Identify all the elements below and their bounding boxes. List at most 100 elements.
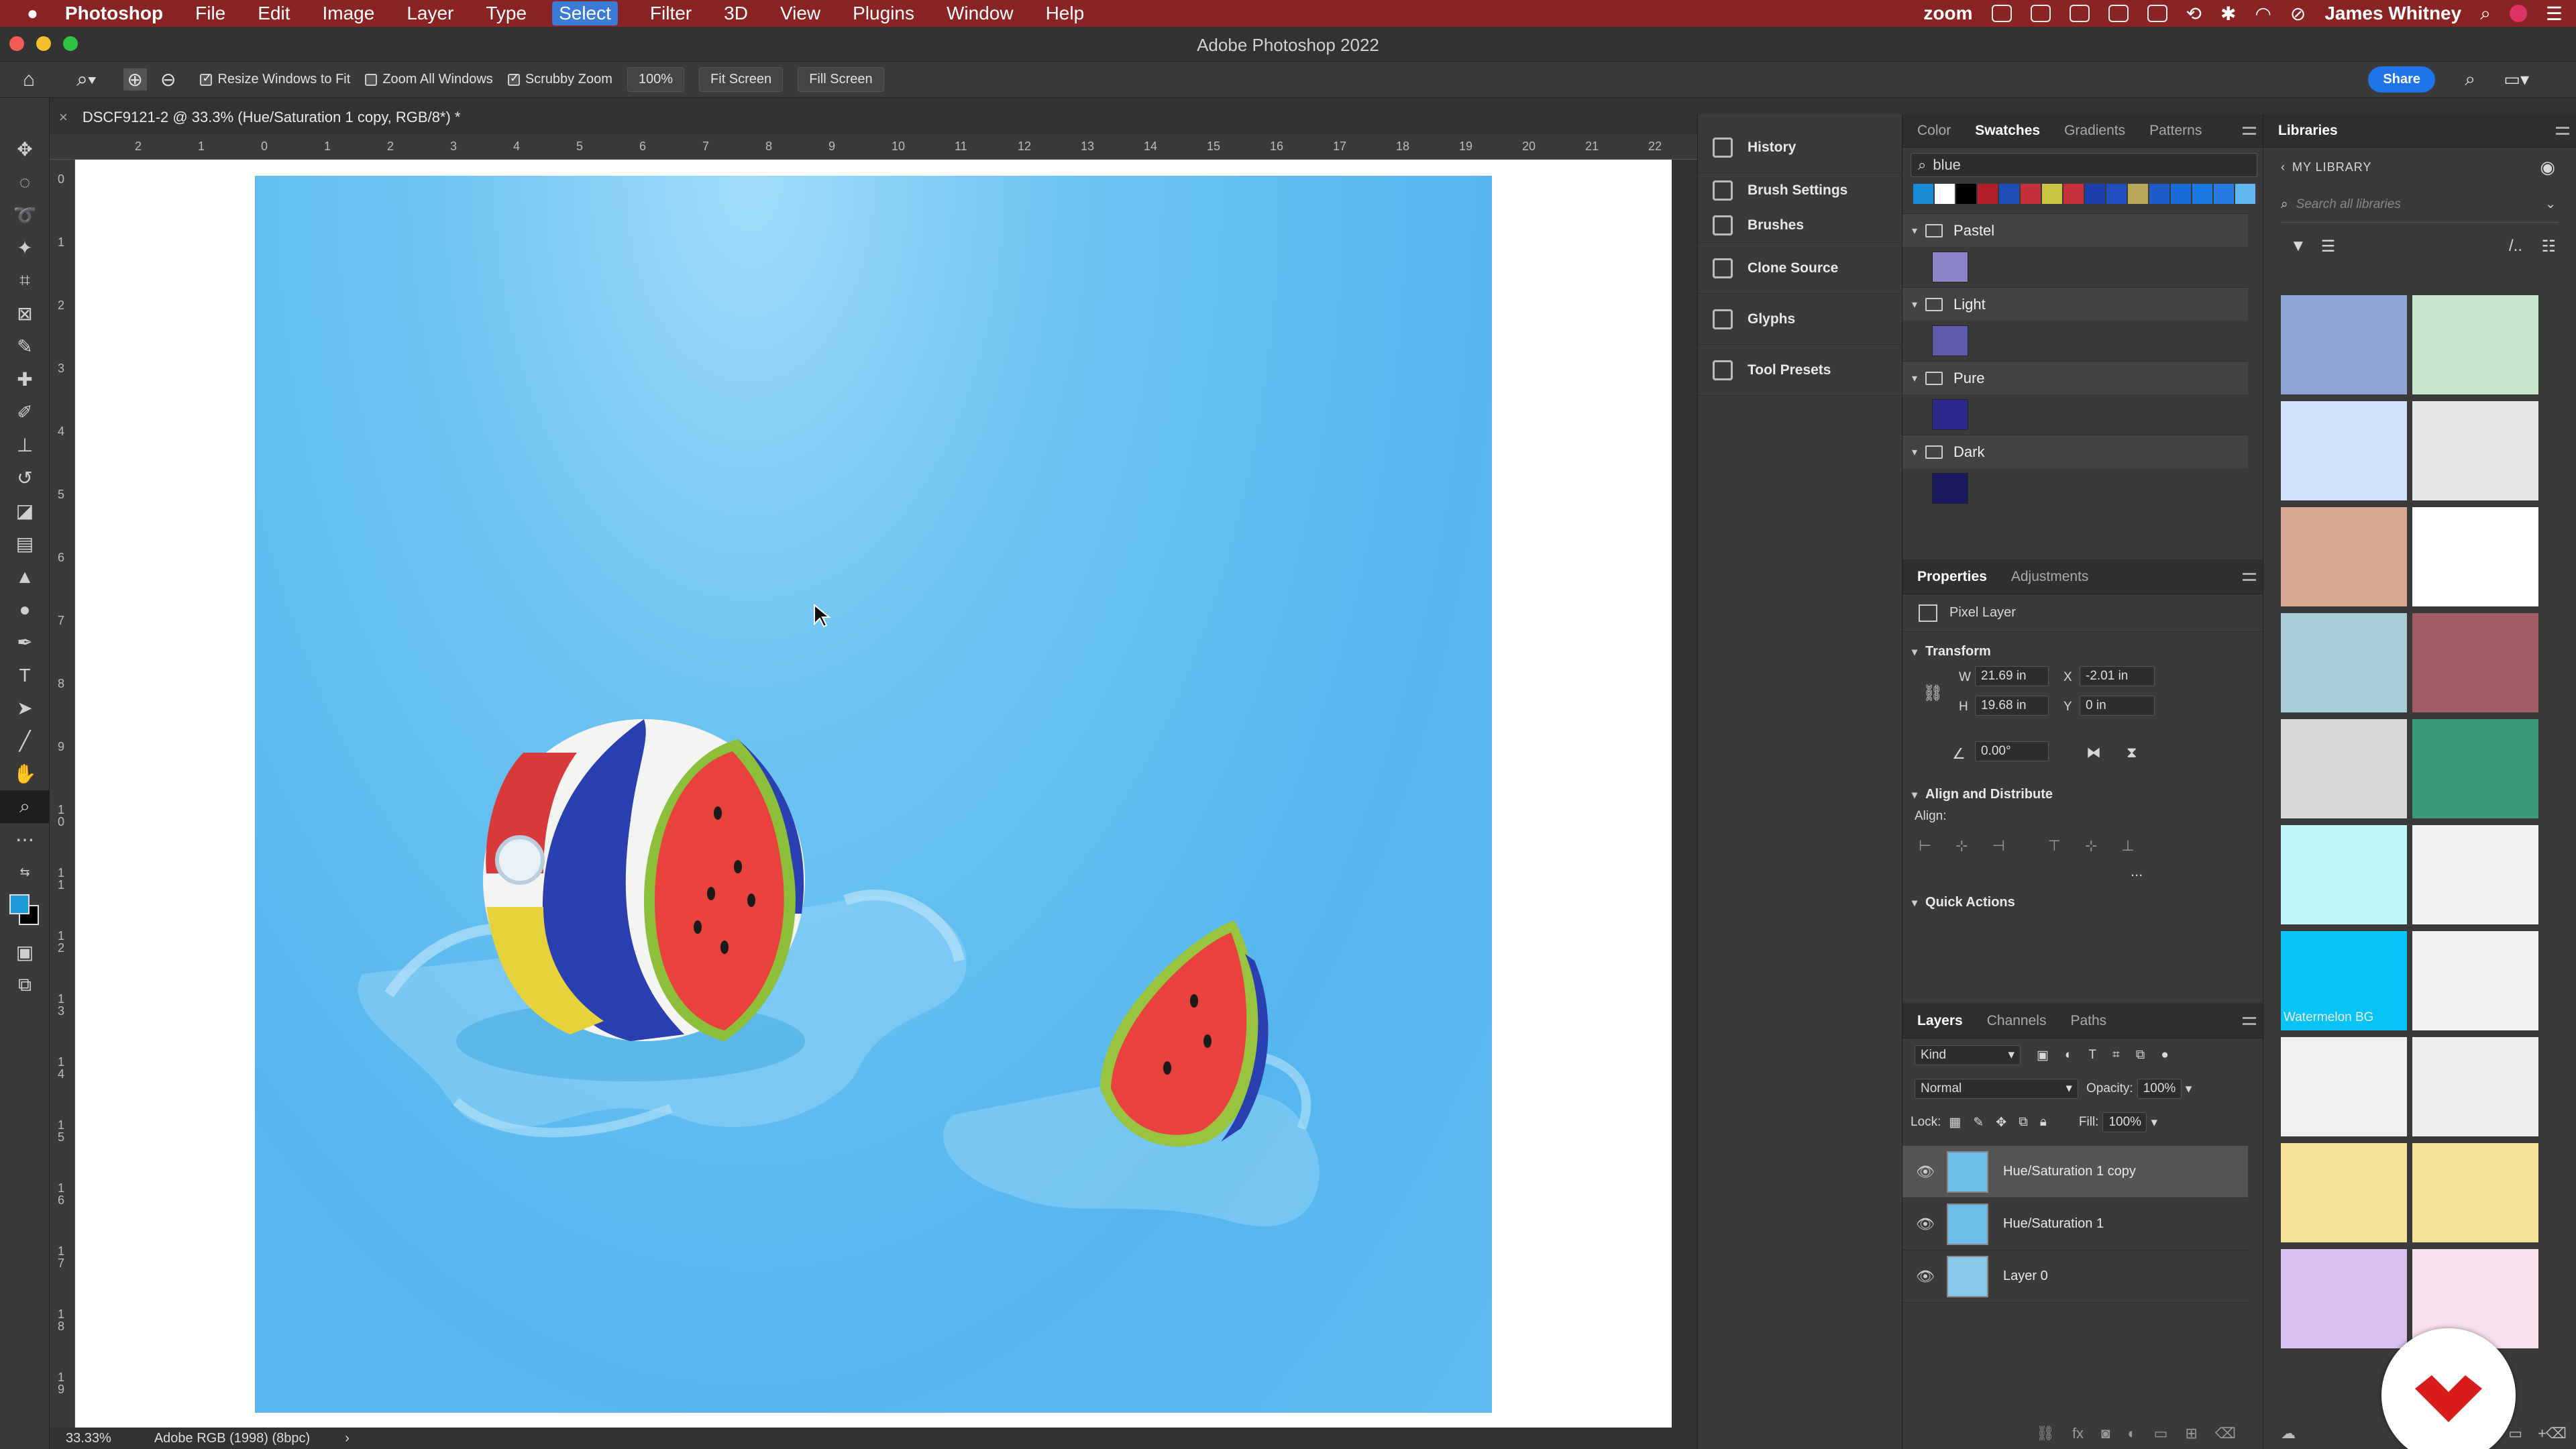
zoom-all-windows-checkbox[interactable]: Zoom All Windows xyxy=(365,72,493,87)
new-group-icon[interactable]: ▭ xyxy=(2154,1425,2168,1442)
chevron-down-icon[interactable]: ▾ xyxy=(1912,298,1917,311)
dodge-tool-icon[interactable]: ● xyxy=(0,593,50,626)
chevron-down-icon[interactable]: ▾ xyxy=(1912,224,1917,237)
menubar-user[interactable]: James Whitney xyxy=(2324,3,2461,24)
library-asset-tile[interactable] xyxy=(2412,295,2538,394)
libraries-title[interactable]: Libraries xyxy=(2278,123,2338,139)
visibility-eye-icon[interactable]: 👁︎ xyxy=(1916,1268,1935,1285)
align-right-icon[interactable]: ⊣ xyxy=(1992,837,2005,855)
layer-thumbnail[interactable] xyxy=(1947,1150,1988,1193)
visibility-eye-icon[interactable]: 👁︎ xyxy=(1916,1163,1935,1181)
swap-colors-icon[interactable]: ⇆ xyxy=(0,856,50,889)
align-middle-icon[interactable]: ⊹ xyxy=(2085,837,2097,855)
kind-filter-select[interactable]: Kind ▾ xyxy=(1915,1045,2021,1065)
tab-properties[interactable]: Properties xyxy=(1917,569,1987,585)
filter-smart-icon[interactable]: ⧉ xyxy=(2136,1048,2145,1063)
menu-filter[interactable]: Filter xyxy=(650,3,692,24)
filter-pixel-icon[interactable]: ▣ xyxy=(2037,1048,2049,1063)
menu-plugins[interactable]: Plugins xyxy=(853,3,914,24)
library-asset-tile[interactable] xyxy=(2412,1037,2538,1136)
menu-image[interactable]: Image xyxy=(323,3,375,24)
healing-brush-icon[interactable]: ✚ xyxy=(0,363,50,396)
zoom-in-icon[interactable]: ⊕ xyxy=(123,68,147,91)
visibility-eye-icon[interactable]: 👁︎ xyxy=(1916,1216,1935,1233)
move-tool-icon[interactable]: ✥ xyxy=(0,133,50,166)
library-asset-tile[interactable] xyxy=(2281,295,2407,394)
apple-icon[interactable]: ● xyxy=(27,3,38,24)
eyedropper-icon[interactable]: ✎ xyxy=(0,330,50,363)
color-swatch[interactable] xyxy=(2063,184,2084,204)
color-swatch[interactable] xyxy=(2021,184,2041,204)
search-icon[interactable]: ⌕ xyxy=(2480,3,2491,25)
panel-menu-icon[interactable] xyxy=(2243,572,2256,581)
library-asset-tile[interactable] xyxy=(2281,507,2407,606)
filter-icon[interactable]: ▼ xyxy=(2290,237,2306,256)
swatch-group-dark[interactable]: ▾ Dark xyxy=(1902,435,2248,468)
new-layer-icon[interactable]: ⊞ xyxy=(2185,1425,2197,1442)
status-icon[interactable] xyxy=(1991,5,2012,22)
screen-mode-icon[interactable]: ⧉ xyxy=(0,969,50,1002)
library-asset-tile[interactable] xyxy=(2281,1037,2407,1136)
user-avatar-icon[interactable] xyxy=(2509,5,2527,22)
filter-adjust-icon[interactable]: ◐ xyxy=(2065,1048,2072,1063)
resize-windows-checkbox[interactable]: Resize Windows to Fit xyxy=(200,72,350,87)
list-view-icon[interactable]: ☷ xyxy=(2541,237,2556,256)
color-swatch[interactable] xyxy=(1935,184,1955,204)
tab-patterns[interactable]: Patterns xyxy=(2149,123,2202,139)
lock-position-icon[interactable]: ✥ xyxy=(1996,1115,2006,1130)
wifi-icon[interactable]: ◠ xyxy=(2255,3,2271,25)
x-field[interactable]: -2.01 in xyxy=(2080,666,2155,686)
tab-layers[interactable]: Layers xyxy=(1917,1013,1963,1029)
chevron-down-icon[interactable]: ▾ xyxy=(1912,896,1917,910)
align-top-icon[interactable]: ⊤ xyxy=(2048,837,2061,855)
color-swatch[interactable] xyxy=(1932,252,1968,282)
lock-pixels-icon[interactable]: ✎ xyxy=(1973,1115,1984,1130)
chevron-down-icon[interactable]: ▾ xyxy=(2186,1081,2192,1097)
brush-tool-icon[interactable]: ✐ xyxy=(0,396,50,429)
trash-icon[interactable]: ⌫ xyxy=(2215,1425,2236,1442)
eraser-tool-icon[interactable]: ◪ xyxy=(0,494,50,527)
status-icon[interactable] xyxy=(2030,5,2051,22)
library-asset-tile[interactable] xyxy=(2412,507,2538,606)
chevron-down-icon[interactable]: ▾ xyxy=(1912,445,1917,459)
swatch-group-pastel[interactable]: ▾ Pastel xyxy=(1902,213,2248,247)
layer-name[interactable]: Layer 0 xyxy=(2003,1269,2048,1284)
chevron-right-icon[interactable]: › xyxy=(345,1431,350,1446)
document-tab[interactable]: × DSCF9121-2 @ 33.3% (Hue/Saturation 1 c… xyxy=(50,102,1700,133)
home-icon[interactable]: ⌂ xyxy=(23,68,35,91)
menu-select[interactable]: Select xyxy=(552,1,618,25)
color-swatch[interactable] xyxy=(1932,325,1968,356)
more-tools-icon[interactable]: ⋯ xyxy=(0,823,50,856)
tab-adjustments[interactable]: Adjustments xyxy=(2011,569,2089,585)
align-left-icon[interactable]: ⊢ xyxy=(1919,837,1931,855)
chevron-down-icon[interactable]: ▾ xyxy=(1912,788,1917,802)
color-swatch[interactable] xyxy=(2192,184,2212,204)
status-icon[interactable] xyxy=(2108,5,2129,22)
swatch-group-pure[interactable]: ▾ Pure xyxy=(1902,361,2248,394)
flip-horizontal-icon[interactable]: ⧓ xyxy=(2086,744,2101,761)
zoom-tool-preset-icon[interactable]: ⌕▾ xyxy=(76,68,96,91)
zoom-status-label[interactable]: zoom xyxy=(1923,3,1972,24)
pen-tool-icon[interactable]: ✒ xyxy=(0,626,50,659)
gradient-tool-icon[interactable]: ▤ xyxy=(0,527,50,560)
status-icon[interactable] xyxy=(2069,5,2090,22)
tab-gradients[interactable]: Gradients xyxy=(2064,123,2125,139)
library-asset-tile[interactable] xyxy=(2281,1143,2407,1242)
more-options[interactable]: ... xyxy=(2131,863,2263,880)
fill-field[interactable]: 100% xyxy=(2102,1112,2147,1132)
fit-screen-button[interactable]: Fit Screen xyxy=(699,67,784,92)
layer-row[interactable]: 👁︎ Hue/Saturation 1 xyxy=(1902,1198,2248,1250)
menu-help[interactable]: Help xyxy=(1046,3,1085,24)
foreground-color-swatch[interactable] xyxy=(9,894,30,914)
zoom-out-icon[interactable]: ⊖ xyxy=(160,68,176,91)
align-center-icon[interactable]: ⊹ xyxy=(1955,837,1968,855)
color-swatch[interactable] xyxy=(2042,184,2062,204)
panel-menu-icon[interactable] xyxy=(2243,1016,2256,1025)
zoom-tool-icon[interactable]: ⌕ xyxy=(0,790,50,823)
fill-screen-button[interactable]: Fill Screen xyxy=(798,67,884,92)
h-field[interactable]: 19.68 in xyxy=(1975,696,2049,716)
quick-actions-section[interactable]: ▾ Quick Actions xyxy=(1912,895,2263,910)
panel-history[interactable]: History xyxy=(1698,122,1902,173)
history-brush-icon[interactable]: ↺ xyxy=(0,462,50,494)
scrubby-zoom-checkbox[interactable]: Scrubby Zoom xyxy=(507,72,612,87)
